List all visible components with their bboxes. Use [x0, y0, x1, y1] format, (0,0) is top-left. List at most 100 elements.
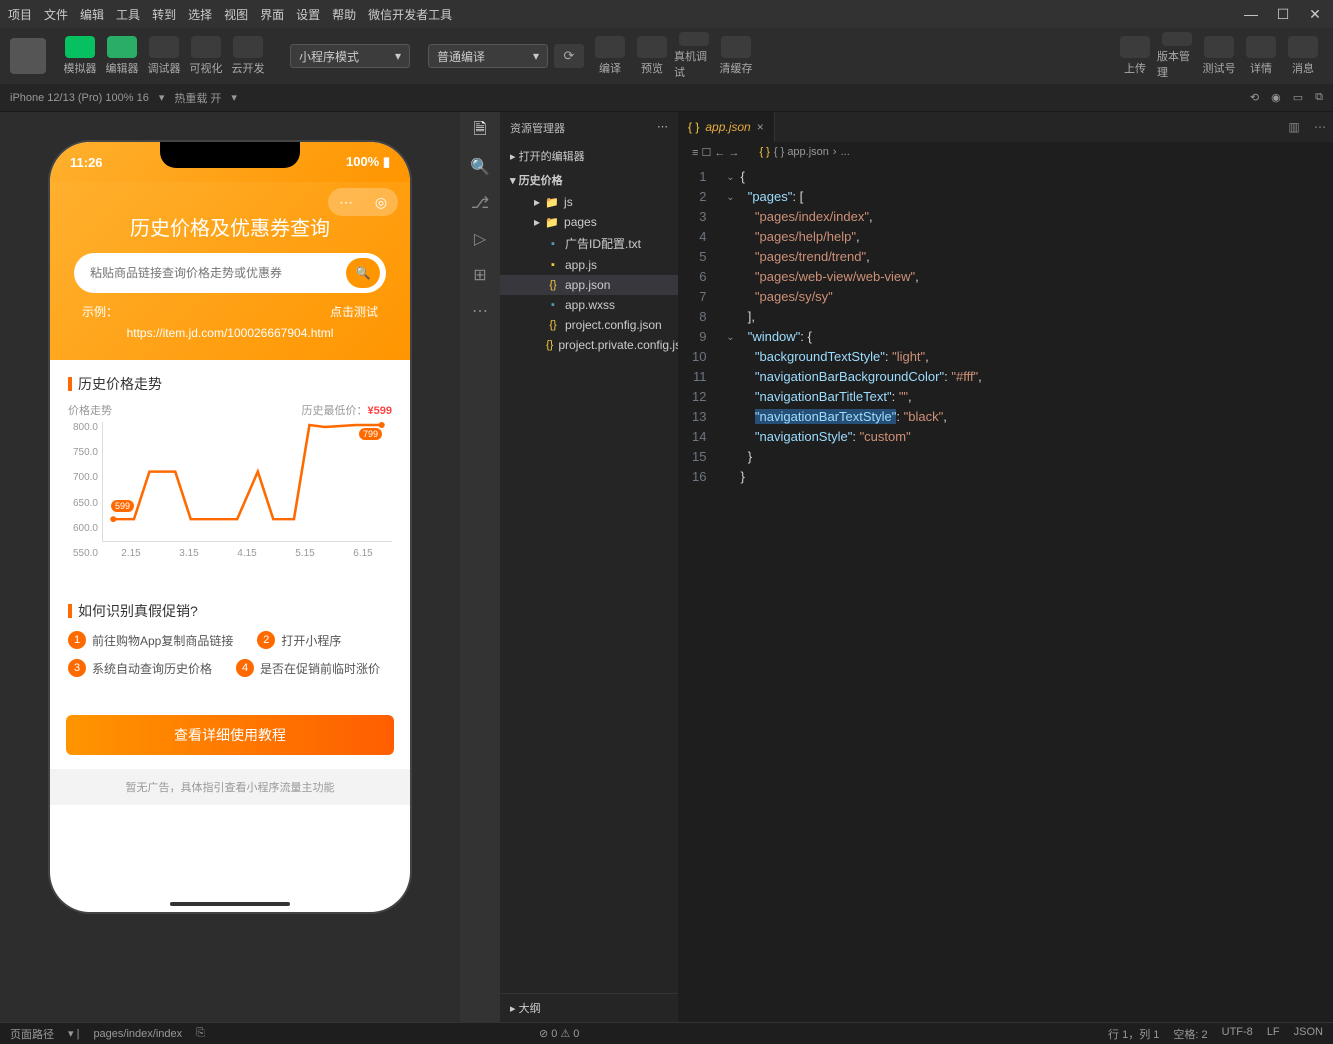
error-count[interactable]: ⊘ 0 ⚠ 0 — [539, 1027, 579, 1040]
page-path[interactable]: pages/index/index — [93, 1028, 182, 1040]
toolbar-版本管理[interactable]: 版本管理 — [1157, 32, 1197, 80]
more-icon[interactable]: ⋯ — [469, 300, 491, 322]
status-LF[interactable]: LF — [1267, 1026, 1280, 1042]
search-icon[interactable]: 🔍 — [469, 156, 491, 178]
toolbar-模拟器[interactable]: 模拟器 — [60, 32, 100, 80]
explorer-icon[interactable]: 🗎 — [469, 120, 491, 142]
test-button[interactable]: 点击测试 — [330, 303, 378, 320]
capsule-menu[interactable]: ⋯ ◎ — [328, 188, 398, 216]
status-JSON[interactable]: JSON — [1294, 1026, 1323, 1042]
home-indicator — [170, 902, 290, 906]
file-app.wxss[interactable]: ▪app.wxss — [500, 295, 678, 315]
close-icon[interactable]: × — [757, 120, 764, 134]
file-pages[interactable]: ▸📁pages — [500, 212, 678, 232]
phone-statusbar: 11:26 100% ▮ — [50, 142, 410, 182]
menu-文件[interactable]: 文件 — [44, 6, 68, 23]
step-2: 2打开小程序 — [257, 631, 341, 649]
toolbar-编辑器[interactable]: 编辑器 — [102, 32, 142, 80]
menu-项目[interactable]: 项目 — [8, 6, 32, 23]
example-url: https://item.jd.com/100026667904.html — [82, 326, 378, 340]
menu-编辑[interactable]: 编辑 — [80, 6, 104, 23]
branch-icon[interactable]: ⎇ — [469, 192, 491, 214]
status-UTF-8[interactable]: UTF-8 — [1222, 1026, 1253, 1042]
activity-bar: 🗎 🔍 ⎇ ▷ ⊞ ⋯ — [460, 112, 500, 1022]
phone-frame: 11:26 100% ▮ ⋯ ◎ 历史价格及优惠券查询 🔍 示例： — [50, 142, 410, 912]
copy-icon[interactable]: ⎘ — [196, 1027, 205, 1040]
ad-note: 暂无广告，具体指引查看小程序流量主功能 — [50, 769, 410, 805]
menu-界面[interactable]: 界面 — [260, 6, 284, 23]
chart-min-price: ¥599 — [368, 405, 392, 417]
file-广告ID配置.txt[interactable]: ▪广告ID配置.txt — [500, 232, 678, 255]
toolbar-编译[interactable]: 编译 — [590, 32, 630, 80]
search-box[interactable]: 🔍 — [74, 253, 386, 293]
file-app.json[interactable]: {}app.json — [500, 275, 678, 295]
file-app.js[interactable]: ▪app.js — [500, 255, 678, 275]
editor-pane: { } app.json × ▥ ⋯ ≡ ☐ ← → { } { } app.j… — [678, 112, 1333, 1022]
toolbar-云开发[interactable]: 云开发 — [228, 32, 268, 80]
app-title: 历史价格及优惠券查询 — [66, 212, 394, 241]
outline-section[interactable]: ▸ 大纲 — [500, 993, 678, 1022]
hot-reload-toggle[interactable]: 热重载 开 — [174, 90, 221, 106]
search-button[interactable]: 🔍 — [346, 258, 380, 288]
pop-out-icon[interactable]: ⧉ — [1315, 91, 1323, 104]
toolbar-预览[interactable]: 预览 — [632, 32, 672, 80]
price-history-card: 历史价格走势 价格走势 历史最低价：¥599 800.0750.0700.065… — [50, 360, 410, 573]
record-icon[interactable]: ◉ — [1271, 91, 1281, 104]
menu-转到[interactable]: 转到 — [152, 6, 176, 23]
toolbar-可视化[interactable]: 可视化 — [186, 32, 226, 80]
step-3: 3系统自动查询历史价格 — [68, 659, 212, 677]
menu-选择[interactable]: 选择 — [188, 6, 212, 23]
extensions-icon[interactable]: ⊞ — [469, 264, 491, 286]
compile-dropdown[interactable]: 普通编译 ▾ — [428, 44, 548, 68]
mode-dropdown-label: 小程序模式 — [299, 48, 359, 65]
code-editor[interactable]: 12345678910111213141516 ⌄⌄⌄ { "pages": [… — [678, 163, 1333, 1022]
file-js[interactable]: ▸📁js — [500, 192, 678, 212]
step-4: 4是否在促销前临时涨价 — [236, 659, 380, 677]
status-行 1，列 1[interactable]: 行 1，列 1 — [1108, 1026, 1159, 1042]
toolbar-详情[interactable]: 详情 — [1241, 32, 1281, 80]
device-selector[interactable]: iPhone 12/13 (Pro) 100% 16 — [10, 92, 149, 104]
menu-微信开发者工具[interactable]: 微信开发者工具 — [368, 6, 452, 23]
window-close[interactable]: ✕ — [1305, 6, 1325, 23]
chart-badge-low: 599 — [111, 500, 134, 512]
explorer-more-icon[interactable]: ⋯ — [657, 120, 668, 136]
compile-dropdown-label: 普通编译 — [437, 48, 485, 65]
example-label: 示例： — [82, 303, 118, 320]
view-tutorial-button[interactable]: 查看详细使用教程 — [66, 715, 394, 755]
toolbar-调试器[interactable]: 调试器 — [144, 32, 184, 80]
project-section[interactable]: ▾ 历史价格 — [500, 168, 678, 192]
menu-视图[interactable]: 视图 — [224, 6, 248, 23]
app-header: ⋯ ◎ 历史价格及优惠券查询 🔍 示例： 点击测试 https://item.j… — [50, 182, 410, 360]
toolbar-测试号[interactable]: 测试号 — [1199, 32, 1239, 80]
toolbar-消息[interactable]: 消息 — [1283, 32, 1323, 80]
menu-设置[interactable]: 设置 — [296, 6, 320, 23]
editor-breadcrumb[interactable]: ≡ ☐ ← → { } { } app.json › ... — [678, 142, 1333, 163]
window-minimize[interactable]: — — [1241, 6, 1261, 22]
main-toolbar: 模拟器编辑器调试器可视化云开发 小程序模式 ▾ 普通编译 ▾ ⟳ 编译预览真机调… — [0, 28, 1333, 84]
tab-app-json[interactable]: { } app.json × — [678, 112, 775, 142]
toolbar-真机调试[interactable]: 真机调试 — [674, 32, 714, 80]
menubar: 项目文件编辑工具转到选择视图界面设置帮助微信开发者工具 — ☐ ✕ — [0, 0, 1333, 28]
split-editor-icon[interactable]: ▥ — [1281, 112, 1307, 142]
mode-dropdown[interactable]: 小程序模式 ▾ — [290, 44, 410, 68]
refresh-icon[interactable]: ⟳ — [554, 44, 584, 68]
menu-帮助[interactable]: 帮助 — [332, 6, 356, 23]
menu-工具[interactable]: 工具 — [116, 6, 140, 23]
rotate-icon[interactable]: ⟲ — [1250, 91, 1259, 104]
editor-more-icon[interactable]: ⋯ — [1307, 112, 1333, 142]
target-icon[interactable]: ◎ — [375, 194, 387, 211]
window-maximize[interactable]: ☐ — [1273, 6, 1293, 23]
toolbar-清缓存[interactable]: 清缓存 — [716, 32, 756, 80]
more-icon[interactable]: ⋯ — [339, 194, 353, 211]
explorer-title: 资源管理器 — [510, 120, 565, 136]
page-path-label: 页面路径 — [10, 1026, 54, 1042]
device-icon[interactable]: ▭ — [1293, 91, 1303, 104]
status-空格: 2[interactable]: 空格: 2 — [1173, 1026, 1207, 1042]
debug-icon[interactable]: ▷ — [469, 228, 491, 250]
opened-editors-section[interactable]: ▸ 打开的编辑器 — [500, 144, 678, 168]
chart-badge-current: 799 — [359, 428, 382, 440]
search-input[interactable] — [90, 266, 346, 280]
file-project.config.json[interactable]: {}project.config.json — [500, 315, 678, 335]
toolbar-上传[interactable]: 上传 — [1115, 32, 1155, 80]
file-project.private.config.js...[interactable]: {}project.private.config.js... — [500, 335, 678, 355]
